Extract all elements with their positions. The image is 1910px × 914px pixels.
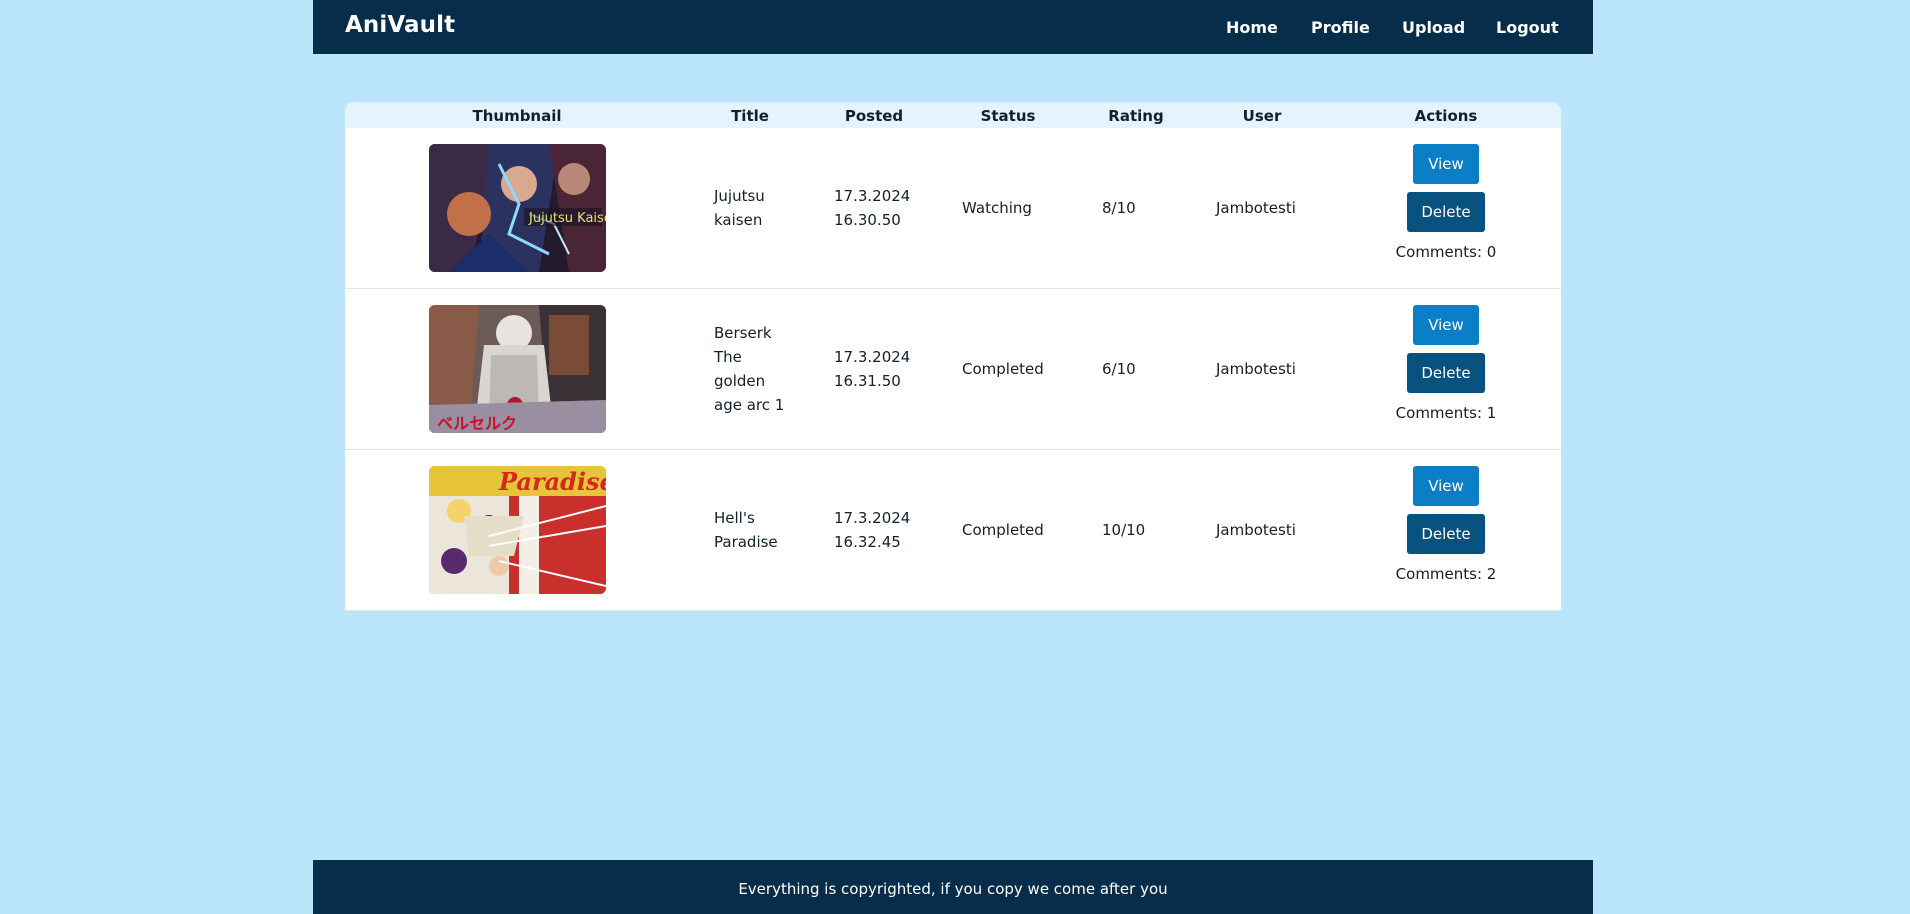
- row-status: Completed: [962, 521, 1044, 539]
- thumbnail-image: ベルセルク: [429, 305, 606, 433]
- posted-time: 16.32.45: [834, 533, 901, 551]
- thumbnail-art-jujutsu: Jujutsu Kaisen: [429, 144, 606, 272]
- header-posted: Posted: [844, 107, 904, 125]
- row-posted: 17.3.2024 16.32.45: [834, 506, 934, 554]
- svg-text:ベルセルク: ベルセルク: [437, 414, 517, 433]
- anime-table: Thumbnail Title Posted Status Rating Use…: [345, 102, 1561, 611]
- title-line: Hell's: [714, 509, 755, 527]
- posted-time: 16.31.50: [834, 372, 901, 390]
- comments-count: Comments: 0: [1395, 243, 1497, 261]
- table-row: ベルセルク Berserk The golden age arc 1 17.3.…: [345, 289, 1561, 450]
- footer-text: Everything is copyrighted, if you copy w…: [738, 880, 1168, 898]
- title-line: golden: [714, 372, 766, 390]
- row-title: Jujutsu kaisen: [714, 184, 794, 232]
- svg-text:Paradise: Paradise: [498, 467, 606, 496]
- thumbnail-image: Paradise: [429, 466, 606, 594]
- title-line: Paradise: [714, 533, 778, 551]
- thumbnail-art-berserk: ベルセルク: [429, 305, 606, 433]
- header-status: Status: [980, 107, 1036, 125]
- title-line: age arc 1: [714, 396, 785, 414]
- nav-logout-link[interactable]: Logout: [1496, 18, 1559, 37]
- posted-time: 16.30.50: [834, 211, 901, 229]
- brand-logo[interactable]: AniVault: [345, 12, 455, 38]
- nav-home-link[interactable]: Home: [1226, 18, 1278, 37]
- header-user: User: [1242, 107, 1282, 125]
- posted-date: 17.3.2024: [834, 509, 911, 527]
- row-title: Hell's Paradise: [714, 506, 794, 554]
- thumbnail-art-hells-paradise: Paradise: [429, 466, 606, 594]
- delete-button[interactable]: Delete: [1407, 353, 1485, 393]
- view-button[interactable]: View: [1413, 466, 1479, 506]
- header-thumbnail: Thumbnail: [472, 107, 562, 125]
- posted-date: 17.3.2024: [834, 187, 911, 205]
- row-rating: 8/10: [1102, 199, 1136, 217]
- page-footer: Everything is copyrighted, if you copy w…: [313, 860, 1593, 914]
- table-row: Jujutsu Kaisen Jujutsu kaisen 17.3.2024 …: [345, 128, 1561, 289]
- table-row: Paradise Hell's Paradise 17.3.2024 16.32…: [345, 450, 1561, 611]
- title-line: Berserk: [714, 324, 772, 342]
- header-title: Title: [731, 107, 769, 125]
- header-rating: Rating: [1108, 107, 1164, 125]
- title-line: kaisen: [714, 211, 763, 229]
- row-status: Completed: [962, 360, 1044, 378]
- header-actions: Actions: [1414, 107, 1478, 125]
- title-line: Jujutsu: [714, 187, 765, 205]
- top-navbar: AniVault Home Profile Upload Logout: [313, 0, 1593, 54]
- row-title: Berserk The golden age arc 1: [714, 321, 794, 417]
- comments-count: Comments: 1: [1395, 404, 1497, 422]
- delete-button[interactable]: Delete: [1407, 192, 1485, 232]
- posted-date: 17.3.2024: [834, 348, 911, 366]
- page: AniVault Home Profile Upload Logout Thum…: [313, 0, 1593, 914]
- nav-upload-link[interactable]: Upload: [1402, 18, 1465, 37]
- row-posted: 17.3.2024 16.31.50: [834, 345, 934, 393]
- row-rating: 6/10: [1102, 360, 1136, 378]
- row-status: Watching: [962, 199, 1032, 217]
- table-header-row: Thumbnail Title Posted Status Rating Use…: [345, 102, 1561, 128]
- svg-text:Jujutsu Kaisen: Jujutsu Kaisen: [528, 211, 606, 226]
- row-rating: 10/10: [1102, 521, 1146, 539]
- title-line: The: [714, 348, 742, 366]
- thumbnail-image: Jujutsu Kaisen: [429, 144, 606, 272]
- delete-button[interactable]: Delete: [1407, 514, 1485, 554]
- view-button[interactable]: View: [1413, 305, 1479, 345]
- row-user: Jambotesti: [1216, 199, 1296, 217]
- nav-profile-link[interactable]: Profile: [1311, 18, 1370, 37]
- view-button[interactable]: View: [1413, 144, 1479, 184]
- row-user: Jambotesti: [1216, 521, 1296, 539]
- row-user: Jambotesti: [1216, 360, 1296, 378]
- row-posted: 17.3.2024 16.30.50: [834, 184, 934, 232]
- comments-count: Comments: 2: [1395, 565, 1497, 583]
